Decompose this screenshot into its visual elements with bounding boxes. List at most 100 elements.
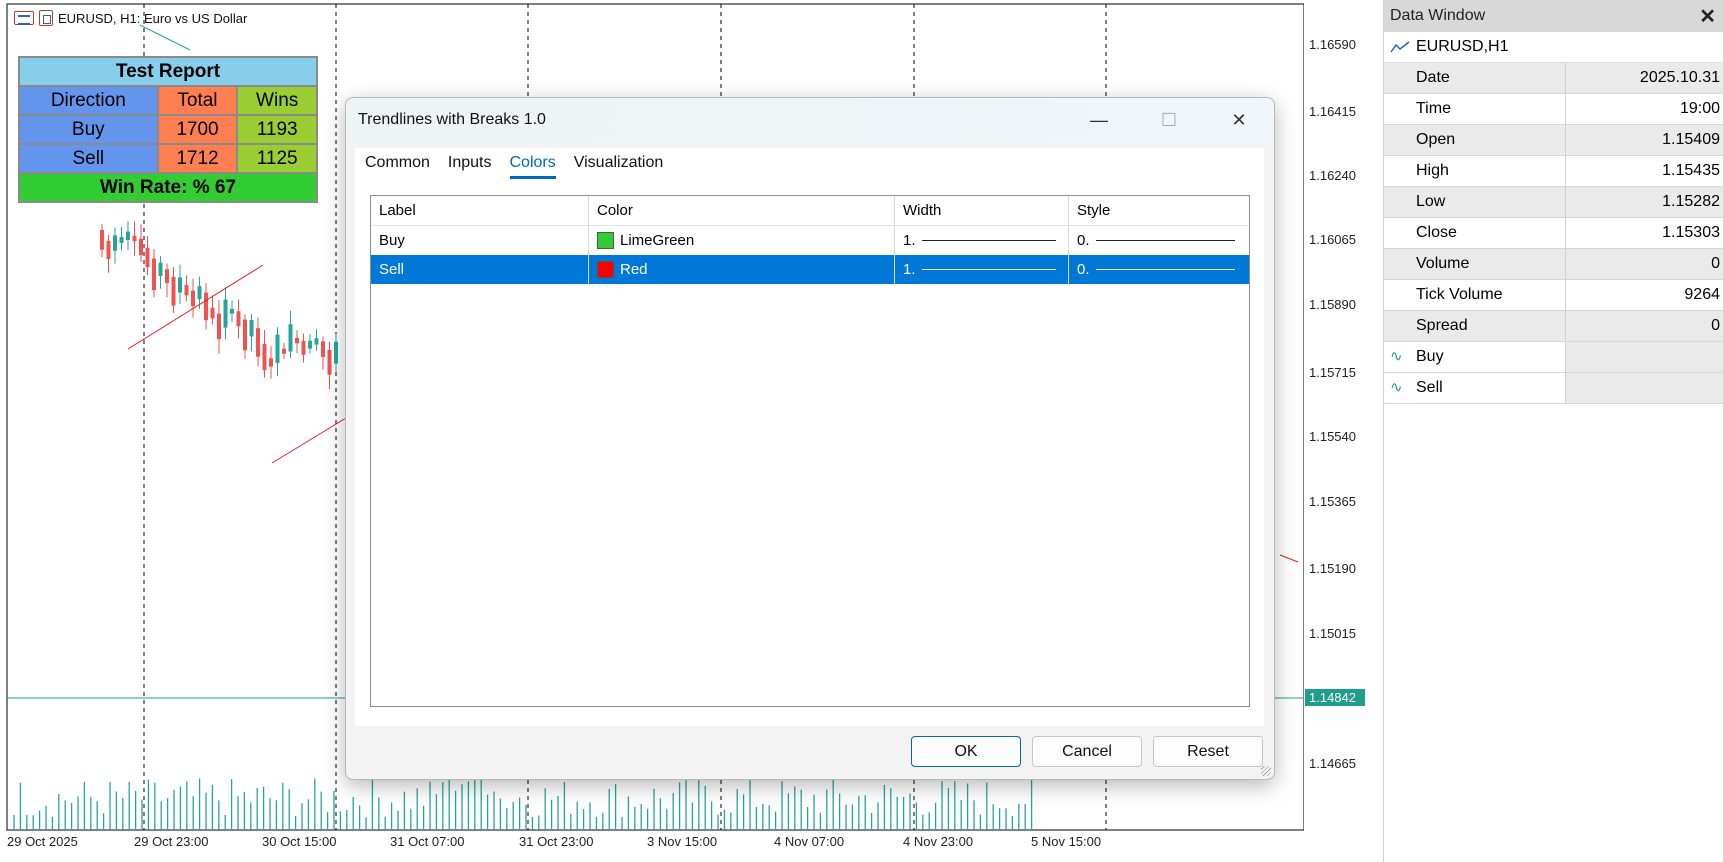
data-row-spread[interactable]: Spread 0 (1384, 311, 1723, 342)
chart-list-icon[interactable] (14, 11, 34, 25)
style-picker[interactable]: 0. (1069, 226, 1247, 255)
data-row-volume[interactable]: Volume 0 (1384, 249, 1723, 280)
data-row-time[interactable]: Time 19:00 (1384, 94, 1723, 125)
data-key: Spread (1384, 311, 1566, 341)
style-picker[interactable]: 0. (1069, 255, 1247, 284)
test-report-table: Test Report Direction Total Wins Buy 170… (18, 56, 318, 203)
data-row-close[interactable]: Close 1.15303 (1384, 218, 1723, 249)
data-row-indicator-sell[interactable]: ∿ Sell (1384, 373, 1723, 404)
candle-body (321, 341, 325, 358)
report-sell-wins: 1125 (236, 143, 318, 174)
tab-visualization[interactable]: Visualization (574, 152, 664, 179)
data-value: 19:00 (1679, 100, 1720, 117)
time-axis-label: 3 Nov 15:00 (647, 834, 718, 849)
time-axis-label: 29 Oct 23:00 (134, 834, 209, 849)
column-header-color[interactable]: Color (589, 196, 895, 225)
data-row-indicator-buy[interactable]: ∿ Buy (1384, 342, 1723, 373)
data-window-symbol: EURUSD,H1 (1416, 38, 1509, 55)
current-price-tag: 1.14842 (1305, 689, 1365, 706)
data-row-date[interactable]: Date 2025.10.31 (1384, 63, 1723, 94)
data-value: 0 (1711, 317, 1720, 334)
data-row-tick-volume[interactable]: Tick Volume 9264 (1384, 280, 1723, 311)
data-window-panel: Data Window ✕ EURUSD,H1 Date 2025.10.31 T… (1383, 0, 1723, 862)
tab-inputs[interactable]: Inputs (448, 152, 492, 179)
candle-body (197, 286, 202, 300)
color-picker[interactable]: Red (589, 255, 895, 284)
candle-body (334, 341, 338, 364)
candle-body (158, 262, 163, 276)
indicator-value (1566, 342, 1723, 372)
ok-button[interactable]: OK (911, 736, 1021, 767)
width-value: 1. (903, 261, 916, 278)
time-axis-label: 29 Oct 2025 (7, 834, 78, 849)
candle-body (152, 258, 156, 291)
column-header-style[interactable]: Style (1069, 196, 1247, 225)
colors-grid: Label Color Width Style Buy LimeGreen 1.… (370, 195, 1250, 707)
time-axis-label: 31 Oct 23:00 (519, 834, 594, 849)
price-axis-label: 1.16240 (1309, 168, 1356, 183)
report-sell-direction: Sell (18, 143, 159, 174)
price-axis-label: 1.15890 (1309, 297, 1356, 312)
width-preview (921, 269, 1056, 270)
tab-common[interactable]: Common (365, 152, 430, 179)
candle-body (256, 328, 260, 357)
indicator-label: Buy (1416, 348, 1444, 365)
tab-colors[interactable]: Colors (509, 152, 556, 179)
width-picker[interactable]: 1. (895, 255, 1069, 284)
color-picker[interactable]: LimeGreen (589, 226, 895, 255)
candle-body (269, 358, 273, 367)
reset-button[interactable]: Reset (1153, 736, 1263, 767)
candle-body (249, 320, 254, 337)
window-controls: — ☐ ✕ (1064, 98, 1274, 142)
indicator-properties-dialog: Trendlines with Breaks 1.0 — ☐ ✕ Common … (345, 97, 1275, 780)
price-axis-label: 1.16065 (1309, 232, 1356, 247)
data-key: Date (1384, 63, 1566, 93)
time-axis-label: 4 Nov 07:00 (774, 834, 845, 849)
time-axis-label: 5 Nov 15:00 (1031, 834, 1102, 849)
candle-body (139, 238, 143, 256)
price-axis-label: 1.15540 (1309, 429, 1356, 444)
maximize-icon[interactable]: ☐ (1134, 98, 1204, 142)
style-preview (1095, 240, 1235, 241)
indicator-icon[interactable] (39, 10, 53, 26)
data-value: 1.15282 (1662, 193, 1720, 210)
grid-row-buy[interactable]: Buy LimeGreen 1. 0. (371, 226, 1249, 255)
candle-body (243, 319, 247, 351)
report-title: Test Report (18, 56, 318, 87)
candle-body (165, 269, 169, 284)
grid-row-sell[interactable]: Sell Red 1. 0. (371, 255, 1249, 284)
report-header-wins: Wins (236, 85, 318, 116)
close-icon[interactable]: ✕ (1699, 4, 1716, 29)
column-header-width[interactable]: Width (895, 196, 1069, 225)
data-window-title: Data Window (1390, 7, 1486, 24)
candle-body (100, 230, 104, 250)
data-row-low[interactable]: Low 1.15282 (1384, 187, 1723, 218)
color-name: LimeGreen (620, 232, 695, 249)
color-swatch (597, 232, 614, 249)
chart-header: EURUSD, H1: Euro vs US Dollar (14, 10, 247, 26)
data-key: Low (1384, 187, 1566, 217)
report-sell-total: 1712 (156, 143, 239, 174)
resize-grip-icon[interactable] (1261, 766, 1271, 776)
data-window-header: Data Window ✕ (1384, 0, 1723, 32)
trendline (271, 417, 347, 464)
chart-symbol-title: EURUSD, H1: Euro vs US Dollar (58, 10, 248, 26)
cancel-button[interactable]: Cancel (1032, 736, 1142, 767)
style-preview (1095, 269, 1235, 270)
report-buy-direction: Buy (18, 114, 159, 145)
dialog-title: Trendlines with Breaks 1.0 (358, 111, 546, 128)
candle-body (178, 277, 182, 293)
width-picker[interactable]: 1. (895, 226, 1069, 255)
data-row-open[interactable]: Open 1.15409 (1384, 125, 1723, 156)
column-header-label[interactable]: Label (371, 196, 589, 225)
minimize-icon[interactable]: — (1064, 98, 1134, 142)
data-row-high[interactable]: High 1.15435 (1384, 156, 1723, 187)
line-chart-icon (1390, 41, 1410, 53)
dialog-body: Common Inputs Colors Visualization Label… (355, 148, 1264, 726)
close-icon[interactable]: ✕ (1204, 98, 1274, 142)
candle-body (119, 236, 124, 244)
data-window-symbol-row: EURUSD,H1 (1384, 32, 1723, 63)
price-axis-label: 1.15715 (1309, 365, 1356, 380)
indicator-line-icon: ∿ (1390, 379, 1403, 396)
indicator-value (1566, 373, 1723, 403)
